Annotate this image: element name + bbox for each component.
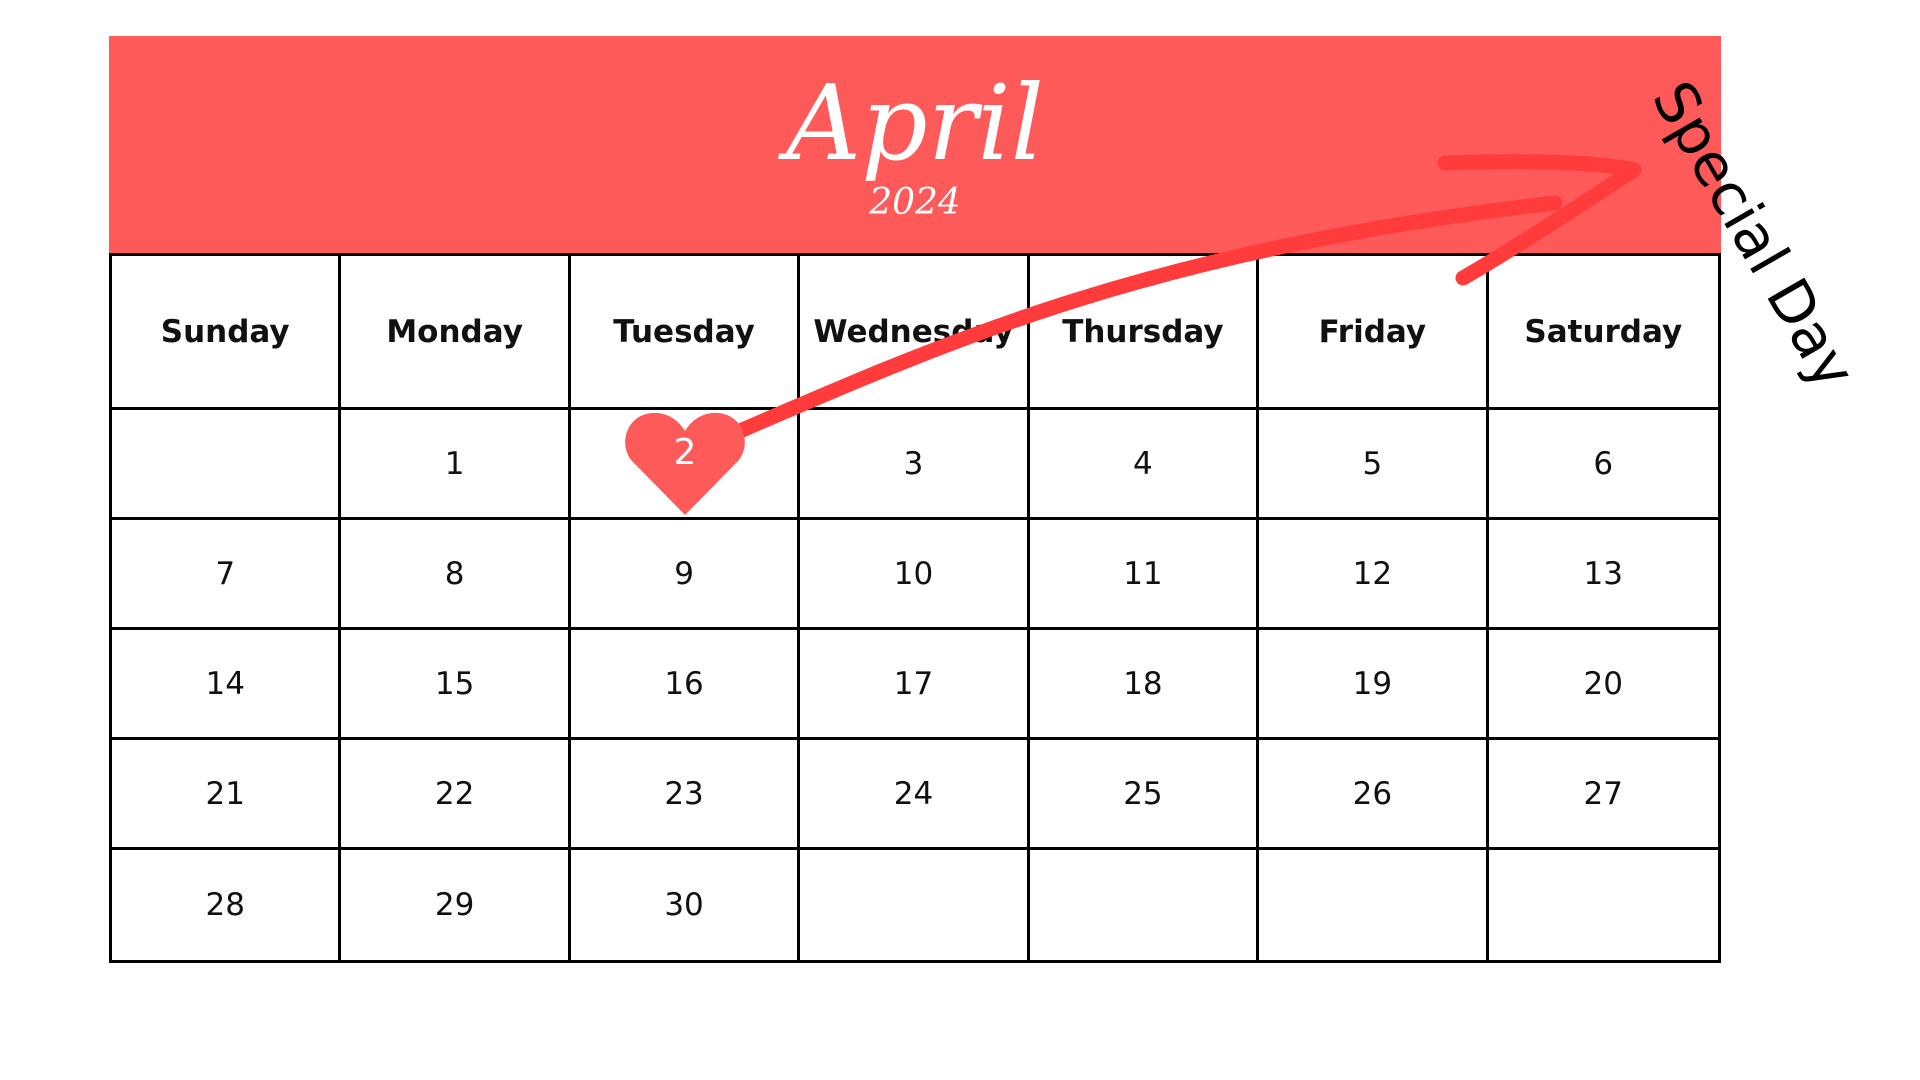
day-cell: 8	[341, 520, 571, 630]
day-cell: 21	[112, 740, 342, 850]
day-cell: 10	[800, 520, 1030, 630]
day-cell	[112, 410, 342, 520]
day-cell: 30	[571, 850, 801, 960]
day-cell	[1030, 850, 1260, 960]
day-cell: 24	[800, 740, 1030, 850]
day-cell: 27	[1488, 740, 1718, 850]
calendar-grid: Sunday Monday Tuesday Wednesday Thursday…	[109, 253, 1721, 963]
day-cell: 4	[1029, 410, 1260, 520]
day-cell: 1	[341, 410, 571, 520]
calendar-page: April 2024 Sunday Monday Tuesday Wednesd…	[0, 0, 1920, 1080]
day-cell: 20	[1488, 630, 1718, 740]
day-cell: 28	[112, 850, 342, 960]
day-cell	[800, 850, 1030, 960]
weekday-header-tuesday: Tuesday	[570, 256, 801, 410]
day-cell: 14	[112, 630, 342, 740]
day-cell: 15	[341, 630, 571, 740]
weekday-header-saturday: Saturday	[1488, 256, 1718, 410]
day-cell	[1259, 850, 1489, 960]
highlighted-day-number: 2	[673, 432, 697, 473]
day-cell: 16	[570, 630, 801, 740]
day-cell: 5	[1259, 410, 1489, 520]
day-cell: 29	[341, 850, 571, 960]
highlighted-day-marker: 2	[624, 409, 746, 517]
day-cell: 25	[1029, 740, 1260, 850]
year-subtitle: 2024	[869, 182, 961, 223]
day-cell: 11	[1029, 520, 1260, 630]
day-cell: 18	[1029, 630, 1260, 740]
day-cell: 13	[1488, 520, 1718, 630]
day-cell: 3	[800, 410, 1030, 520]
day-cell: 6	[1488, 410, 1718, 520]
day-cell	[1489, 850, 1718, 960]
weekday-header-sunday: Sunday	[112, 256, 342, 410]
day-cell: 23	[570, 740, 801, 850]
day-cell: 9	[570, 520, 801, 630]
weekday-header-friday: Friday	[1259, 256, 1489, 410]
day-cell: 7	[112, 520, 342, 630]
month-title: April	[786, 62, 1044, 184]
day-cell: 17	[800, 630, 1030, 740]
day-cell: 22	[341, 740, 571, 850]
weekday-header-thursday: Thursday	[1029, 256, 1260, 410]
weekday-header-monday: Monday	[341, 256, 571, 410]
day-cell: 19	[1259, 630, 1489, 740]
day-cell: 12	[1259, 520, 1489, 630]
weekday-header-wednesday: Wednesday	[800, 256, 1030, 410]
calendar-header: April 2024	[109, 36, 1721, 254]
day-cell: 26	[1259, 740, 1489, 850]
